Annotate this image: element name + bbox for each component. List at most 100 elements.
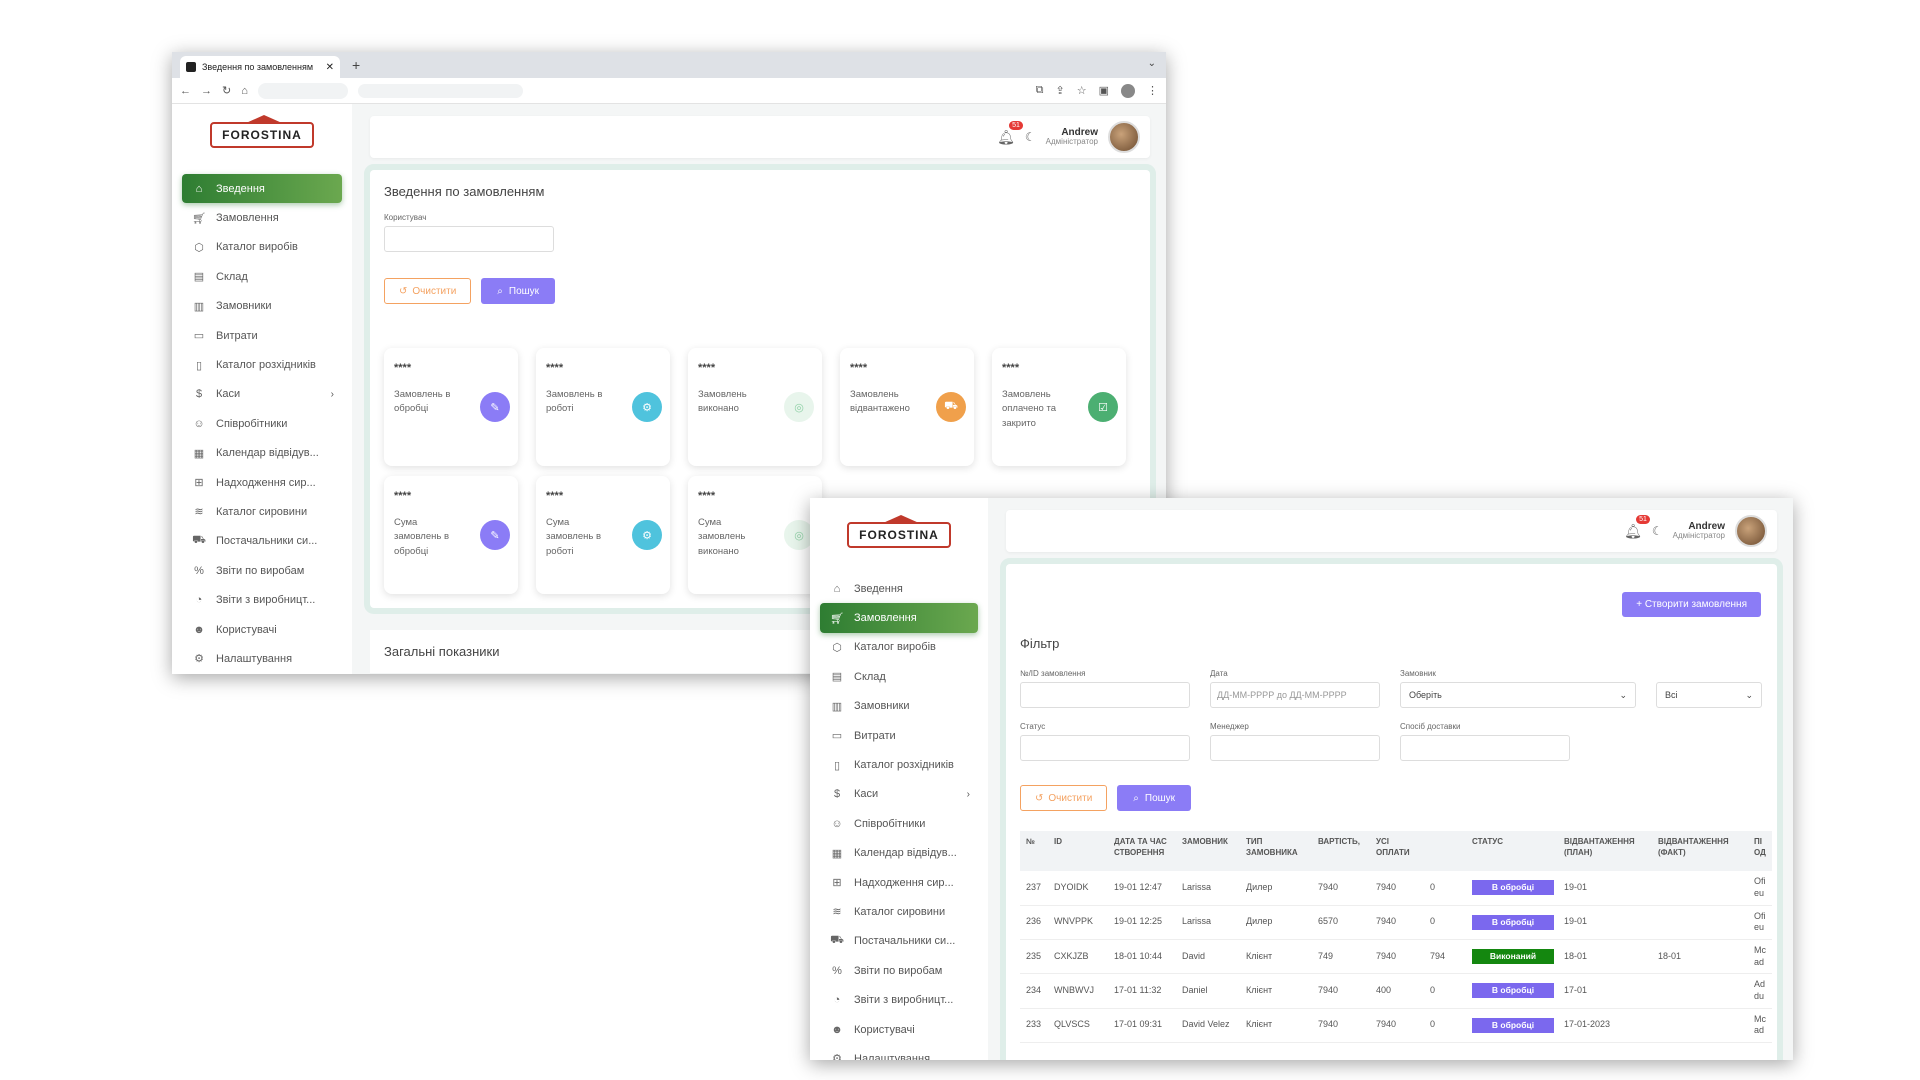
translate-icon[interactable]: ⧉ [1036, 84, 1044, 97]
column-header[interactable]: Відвантаження (факт) [1652, 831, 1748, 871]
sidebar-item-14[interactable]: ◔ Звіти з виробницт... [820, 985, 978, 1014]
sidebar-item-16[interactable]: ⚙ Налаштування [820, 1044, 978, 1060]
avatar[interactable] [1108, 121, 1140, 153]
column-header[interactable]: Замовник [1176, 831, 1240, 871]
sidebar-item-0[interactable]: ⌂ Зведення [182, 174, 342, 204]
order-id-input[interactable] [1020, 682, 1190, 708]
sidebar-item-7[interactable]: $ Каси › [182, 380, 342, 409]
sidebar-item-6[interactable]: ▯ Каталог розхідників [820, 750, 978, 779]
date-range-input[interactable]: ДД-ММ-РРРР до ДД-ММ-РРРР [1210, 682, 1380, 708]
column-header[interactable]: Вартість, [1312, 831, 1370, 871]
new-tab-button[interactable]: + [352, 57, 360, 73]
sidebar-item-11[interactable]: ≋ Каталог сировини [182, 497, 342, 526]
customer-select[interactable]: Оберіть ⌄ [1400, 682, 1636, 708]
stat-card[interactable]: **** Замовлень оплачено та закрито ☑ [992, 348, 1126, 466]
user-info[interactable]: Andrew Адміністратор [1046, 127, 1098, 147]
clear-button[interactable]: ↺ Очистити [384, 278, 472, 304]
sidebar-item-3[interactable]: ▤ Склад [820, 662, 978, 691]
column-header[interactable]: Усі оплати [1370, 831, 1424, 871]
sidebar-item-1[interactable]: 🛒︎ Замовлення [182, 203, 342, 232]
create-order-button[interactable]: + Створити замовлення [1622, 592, 1761, 617]
column-header[interactable] [1424, 831, 1466, 871]
sidebar-item-15[interactable]: ☻ Користувачі [182, 615, 342, 644]
user-filter-input[interactable] [384, 226, 554, 252]
sidebar-item-16[interactable]: ⚙ Налаштування [182, 644, 342, 673]
sidebar-item-5[interactable]: ▭ Витрати [820, 721, 978, 750]
reload-icon[interactable]: ↻ [222, 84, 231, 97]
home-browser-icon[interactable]: ⌂ [241, 85, 248, 97]
table-row[interactable]: 236 WNVPPK 19-01 12:25 Larissa Дилер 6570 7940… [1020, 905, 1772, 940]
address-bar[interactable] [257, 82, 348, 99]
column-header[interactable]: Статус [1466, 831, 1558, 871]
stat-card[interactable]: **** Замовлень виконано ◎ [688, 348, 822, 466]
sidebar-item-0[interactable]: ⌂ Зведення [820, 574, 978, 603]
stat-card[interactable]: **** Сума замовлень в роботі ⚙ [536, 476, 670, 594]
sidebar-item-7[interactable]: $ Каси › [820, 780, 978, 809]
sidebar-item-4[interactable]: ▥ Замовники [820, 692, 978, 721]
stat-card[interactable]: **** Замовлень в обробці ✎ [384, 348, 518, 466]
column-header[interactable]: № [1020, 831, 1048, 871]
table-cell: 235 [1020, 939, 1048, 975]
profile-avatar[interactable] [1121, 83, 1135, 98]
user-info[interactable]: Andrew Адміністратор [1673, 521, 1725, 541]
table-row[interactable]: 233 QLVSCS 17-01 09:31 David Velez Клієнт 794… [1020, 1008, 1772, 1044]
sidebar-item-14[interactable]: ◔ Звіти з виробницт... [182, 585, 342, 614]
back-icon[interactable]: ← [180, 85, 191, 97]
menu-icon[interactable]: ⋮ [1147, 84, 1158, 97]
sidebar-item-9[interactable]: ▦ Календар відвідув... [182, 439, 342, 468]
avatar[interactable] [1735, 515, 1767, 547]
stat-card[interactable]: **** Сума замовлень виконано ◎ [688, 476, 822, 594]
tab-dropdown-icon[interactable]: ⌄ [1148, 58, 1156, 69]
star-icon[interactable]: ☆ [1077, 84, 1087, 97]
share-icon[interactable]: ⇪ [1056, 84, 1065, 97]
column-header[interactable]: Дата та час створення [1108, 831, 1176, 871]
sidebar-item-8[interactable]: ☺ Співробітники [182, 409, 342, 438]
sidebar-item-5[interactable]: ▭ Витрати [182, 321, 342, 350]
status-badge: В обробці [1472, 983, 1554, 999]
sidebar-item-15[interactable]: ☻ Користувачі [820, 1015, 978, 1044]
bell-icon[interactable]: 🔔︎ 51 [997, 120, 1023, 146]
browser-tab[interactable]: Зведення по замовленням ✕ [180, 56, 340, 78]
table-row[interactable]: 237 DYOIDK 19-01 12:47 Larissa Дилер 7940 7940… [1020, 871, 1772, 906]
clear-button[interactable]: ↺ Очистити [1020, 785, 1108, 811]
manager-input[interactable] [1210, 735, 1380, 761]
column-header[interactable]: ID [1048, 831, 1108, 871]
stat-card[interactable]: **** Замовлень в роботі ⚙ [536, 348, 670, 466]
sidebar-item-10[interactable]: ⊞ Надходження сир... [820, 868, 978, 897]
sidebar-item-6[interactable]: ▯ Каталог розхідників [182, 350, 342, 379]
sidebar-item-11[interactable]: ≋ Каталог сировини [820, 897, 978, 926]
column-header[interactable]: Пі од [1748, 831, 1772, 871]
sidebar-item-2[interactable]: ⬡ Каталог виробів [820, 633, 978, 662]
sidepanel-icon[interactable]: ▣ [1099, 84, 1109, 97]
sidebar-item-8[interactable]: ☺ Співробітники [820, 809, 978, 838]
column-header[interactable]: Тип замовника [1240, 831, 1312, 871]
logo[interactable]: FOROSTINA [210, 115, 314, 148]
close-tab-icon[interactable]: ✕ [326, 62, 334, 73]
sidebar-item-13[interactable]: % Звіти по виробам [820, 956, 978, 985]
logo[interactable]: FOROSTINA [847, 515, 951, 548]
forward-icon[interactable]: → [201, 85, 212, 97]
table-row[interactable]: 234 WNBWVJ 17-01 11:32 Daniel Клієнт 7940 400 0… [1020, 973, 1772, 1009]
sidebar-item-1[interactable]: 🛒︎ Замовлення [820, 603, 978, 633]
moon-icon[interactable]: ☾ [1025, 130, 1036, 144]
moon-icon[interactable]: ☾ [1652, 524, 1663, 538]
sidebar-item-13[interactable]: % Звіти по виробам [182, 556, 342, 585]
sidebar-item-12[interactable]: ⛟ Постачальники си... [820, 927, 978, 956]
stat-card[interactable]: **** Сума замовлень в обробці ✎ [384, 476, 518, 594]
search-button[interactable]: ⌕ Пошук [481, 278, 556, 304]
all-select[interactable]: Всі ⌄ [1656, 682, 1762, 708]
stat-card[interactable]: **** Замовлень відвантажено ⛟ [840, 348, 974, 466]
bell-icon[interactable]: 🔔︎ 51 [1624, 514, 1650, 540]
address-bar-secondary[interactable] [357, 83, 523, 98]
column-header[interactable]: Відвантаження (план) [1558, 831, 1652, 871]
sidebar-item-4[interactable]: ▥ Замовники [182, 292, 342, 321]
search-button[interactable]: ⌕ Пошук [1117, 785, 1192, 811]
delivery-input[interactable] [1400, 735, 1570, 761]
sidebar-item-12[interactable]: ⛟ Постачальники си... [182, 527, 342, 556]
table-row[interactable]: 235 CXKJZB 18-01 10:44 David Клієнт 749 7940 79… [1020, 939, 1772, 975]
sidebar-item-2[interactable]: ⬡ Каталог виробів [182, 233, 342, 262]
status-input[interactable] [1020, 735, 1190, 761]
sidebar-item-9[interactable]: ▦ Календар відвідув... [820, 839, 978, 868]
sidebar-item-10[interactable]: ⊞ Надходження сир... [182, 468, 342, 497]
sidebar-item-3[interactable]: ▤ Склад [182, 262, 342, 291]
